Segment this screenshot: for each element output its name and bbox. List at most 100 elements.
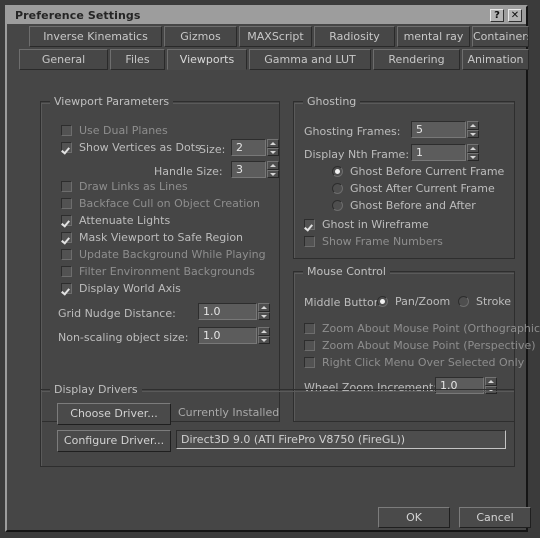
tab-row-bottom: General Files Viewports Gamma and LUT Render… (7, 49, 529, 72)
ghosting-frames-input[interactable]: 5 (411, 121, 466, 138)
non-scaling-spin-down-icon[interactable] (258, 335, 270, 344)
tab-animation[interactable]: Animation (462, 49, 529, 70)
checkbox-right-click-menu-over-selected-only[interactable]: Right Click Menu Over Selected Only (304, 356, 524, 369)
radio-button-icon[interactable] (458, 296, 469, 307)
radio-label: Ghost Before Current Frame (350, 165, 505, 178)
checkbox-show-frame-numbers[interactable]: Show Frame Numbers (304, 235, 443, 248)
grid-nudge-spin-buttons[interactable] (258, 303, 270, 320)
checkbox-use-dual-planes[interactable]: Use Dual Planes (61, 124, 168, 137)
checkbox-box-icon[interactable] (304, 323, 315, 334)
handle-size-input[interactable]: 3 (231, 161, 266, 178)
radio-ghost-before-and-after[interactable]: Ghost Before and After (332, 199, 476, 212)
tab-general[interactable]: General (19, 49, 108, 70)
checkmark-icon[interactable] (61, 283, 72, 294)
nth-frame-spin-down-icon[interactable] (467, 152, 479, 161)
checkbox-box-icon[interactable] (304, 340, 315, 351)
checkbox-update-background-while-playing[interactable]: Update Background While Playing (61, 248, 266, 261)
cancel-button[interactable]: Cancel (459, 507, 531, 528)
size-stepper[interactable]: 2 (231, 139, 279, 156)
checkbox-box-icon[interactable] (61, 249, 72, 260)
checkbox-box-icon[interactable] (304, 236, 315, 247)
non-scaling-spin-up-icon[interactable] (258, 327, 270, 336)
size-spin-up-icon[interactable] (267, 139, 279, 148)
size-spin-buttons[interactable] (267, 139, 279, 156)
grid-nudge-spin-down-icon[interactable] (258, 311, 270, 320)
checkbox-box-icon[interactable] (61, 181, 72, 192)
radio-ghost-before-current-frame[interactable]: Ghost Before Current Frame (332, 165, 504, 178)
checkbox-draw-links-as-lines[interactable]: Draw Links as Lines (61, 180, 188, 193)
checkbox-show-vertices-as-dots[interactable]: Show Vertices as Dots (61, 141, 201, 154)
close-icon[interactable]: ✕ (508, 9, 522, 22)
checkmark-icon[interactable] (61, 232, 72, 243)
checkbox-display-world-axis[interactable]: Display World Axis (61, 282, 181, 295)
checkbox-label: Zoom About Mouse Point (Orthographic) (322, 322, 540, 335)
radio-button-icon[interactable] (332, 200, 343, 211)
tab-rendering[interactable]: Rendering (373, 49, 460, 70)
ok-button[interactable]: OK (378, 507, 450, 528)
ghosting-frames-spin-buttons[interactable] (467, 121, 479, 138)
tab-gamma-and-lut[interactable]: Gamma and LUT (249, 49, 371, 70)
size-spin-down-icon[interactable] (267, 147, 279, 156)
ghosting-frames-label: Ghosting Frames: (304, 125, 401, 138)
checkbox-box-icon[interactable] (61, 198, 72, 209)
checkmark-icon[interactable] (61, 215, 72, 226)
ghosting-frames-stepper[interactable]: 5 (411, 121, 479, 138)
display-nth-frame-input[interactable]: 1 (411, 144, 466, 161)
checkbox-label: Use Dual Planes (79, 124, 168, 137)
tab-maxscript[interactable]: MAXScript (239, 26, 312, 47)
handle-size-stepper[interactable]: 3 (231, 161, 279, 178)
grid-nudge-distance-input[interactable]: 1.0 (198, 303, 257, 320)
ghosting-group-label: Ghosting (303, 95, 361, 108)
checkbox-zoom-about-mouse-point-orthographic[interactable]: Zoom About Mouse Point (Orthographic) (304, 322, 540, 335)
ghosting-frames-spin-up-icon[interactable] (467, 121, 479, 130)
tab-radiosity[interactable]: Radiosity (314, 26, 395, 47)
tab-inverse-kinematics[interactable]: Inverse Kinematics (29, 26, 162, 47)
tab-mental-ray[interactable]: mental ray (397, 26, 470, 47)
size-input[interactable]: 2 (231, 139, 266, 156)
radio-button-icon[interactable] (332, 183, 343, 194)
ghosting-frames-spin-down-icon[interactable] (467, 129, 479, 138)
checkbox-box-icon[interactable] (61, 266, 72, 277)
choose-driver-button[interactable]: Choose Driver... (57, 403, 171, 425)
tab-containers[interactable]: Containers (472, 26, 529, 47)
radio-stroke[interactable]: Stroke (458, 295, 511, 308)
handle-size-spin-buttons[interactable] (267, 161, 279, 178)
help-icon[interactable]: ? (490, 9, 504, 22)
checkbox-filter-environment-backgrounds[interactable]: Filter Environment Backgrounds (61, 265, 255, 278)
tab-label: Containers (473, 30, 529, 43)
non-scaling-object-size-input[interactable]: 1.0 (198, 327, 257, 344)
checkbox-box-icon[interactable] (61, 125, 72, 136)
tab-files[interactable]: Files (110, 49, 165, 70)
checkbox-ghost-in-wireframe[interactable]: Ghost in Wireframe (304, 218, 429, 231)
nth-frame-spin-up-icon[interactable] (467, 144, 479, 153)
handle-size-spin-up-icon[interactable] (267, 161, 279, 170)
checkbox-backface-cull-on-object-creation[interactable]: Backface Cull on Object Creation (61, 197, 260, 210)
checkmark-icon[interactable] (304, 219, 315, 230)
display-nth-frame-spin-buttons[interactable] (467, 144, 479, 161)
checkbox-label: Draw Links as Lines (79, 180, 188, 193)
tab-viewports[interactable]: Viewports (167, 49, 247, 70)
display-nth-frame-stepper[interactable]: 1 (411, 144, 479, 161)
grid-nudge-spin-up-icon[interactable] (258, 303, 270, 312)
checkbox-box-icon[interactable] (304, 357, 315, 368)
installed-driver-value: Direct3D 9.0 (ATI FirePro V8750 (FireGL)… (176, 430, 506, 449)
checkbox-mask-viewport-to-safe-region[interactable]: Mask Viewport to Safe Region (61, 231, 243, 244)
checkbox-zoom-about-mouse-point-perspective[interactable]: Zoom About Mouse Point (Perspective) (304, 339, 536, 352)
non-scaling-spin-buttons[interactable] (258, 327, 270, 344)
tab-gizmos[interactable]: Gizmos (164, 26, 237, 47)
checkmark-icon[interactable] (61, 142, 72, 153)
radio-button-icon[interactable] (332, 166, 343, 177)
radio-pan-zoom[interactable]: Pan/Zoom (377, 295, 450, 308)
tab-label: Gizmos (180, 30, 221, 43)
checkbox-label: Right Click Menu Over Selected Only (322, 356, 525, 369)
grid-nudge-distance-stepper[interactable]: 1.0 (198, 303, 270, 320)
radio-ghost-after-current-frame[interactable]: Ghost After Current Frame (332, 182, 495, 195)
handle-size-spin-down-icon[interactable] (267, 169, 279, 178)
radio-button-icon[interactable] (377, 296, 388, 307)
checkbox-attenuate-lights[interactable]: Attenuate Lights (61, 214, 170, 227)
configure-driver-button[interactable]: Configure Driver... (57, 430, 171, 452)
window-title: Preference Settings (15, 9, 141, 22)
tab-label: Radiosity (329, 30, 380, 43)
non-scaling-object-size-stepper[interactable]: 1.0 (198, 327, 270, 344)
wheel-zoom-spin-up-icon[interactable] (485, 377, 497, 386)
